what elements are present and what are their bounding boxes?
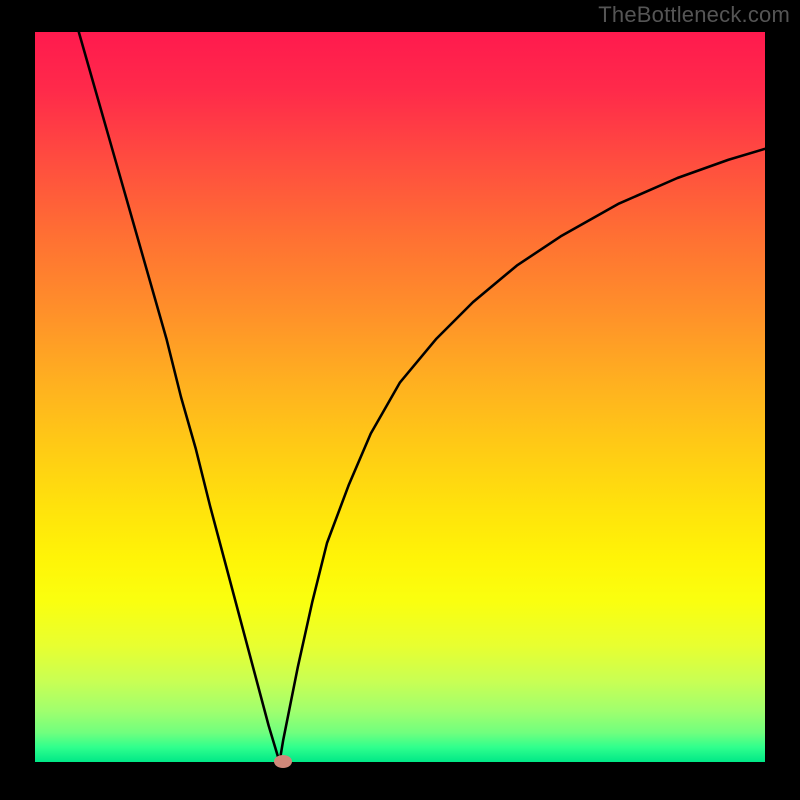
bottleneck-marker (274, 755, 292, 768)
watermark-label: TheBottleneck.com (598, 2, 790, 28)
curve-svg (35, 32, 765, 762)
curve-path (79, 32, 765, 762)
chart-frame: TheBottleneck.com (0, 0, 800, 800)
plot-area (35, 32, 765, 762)
